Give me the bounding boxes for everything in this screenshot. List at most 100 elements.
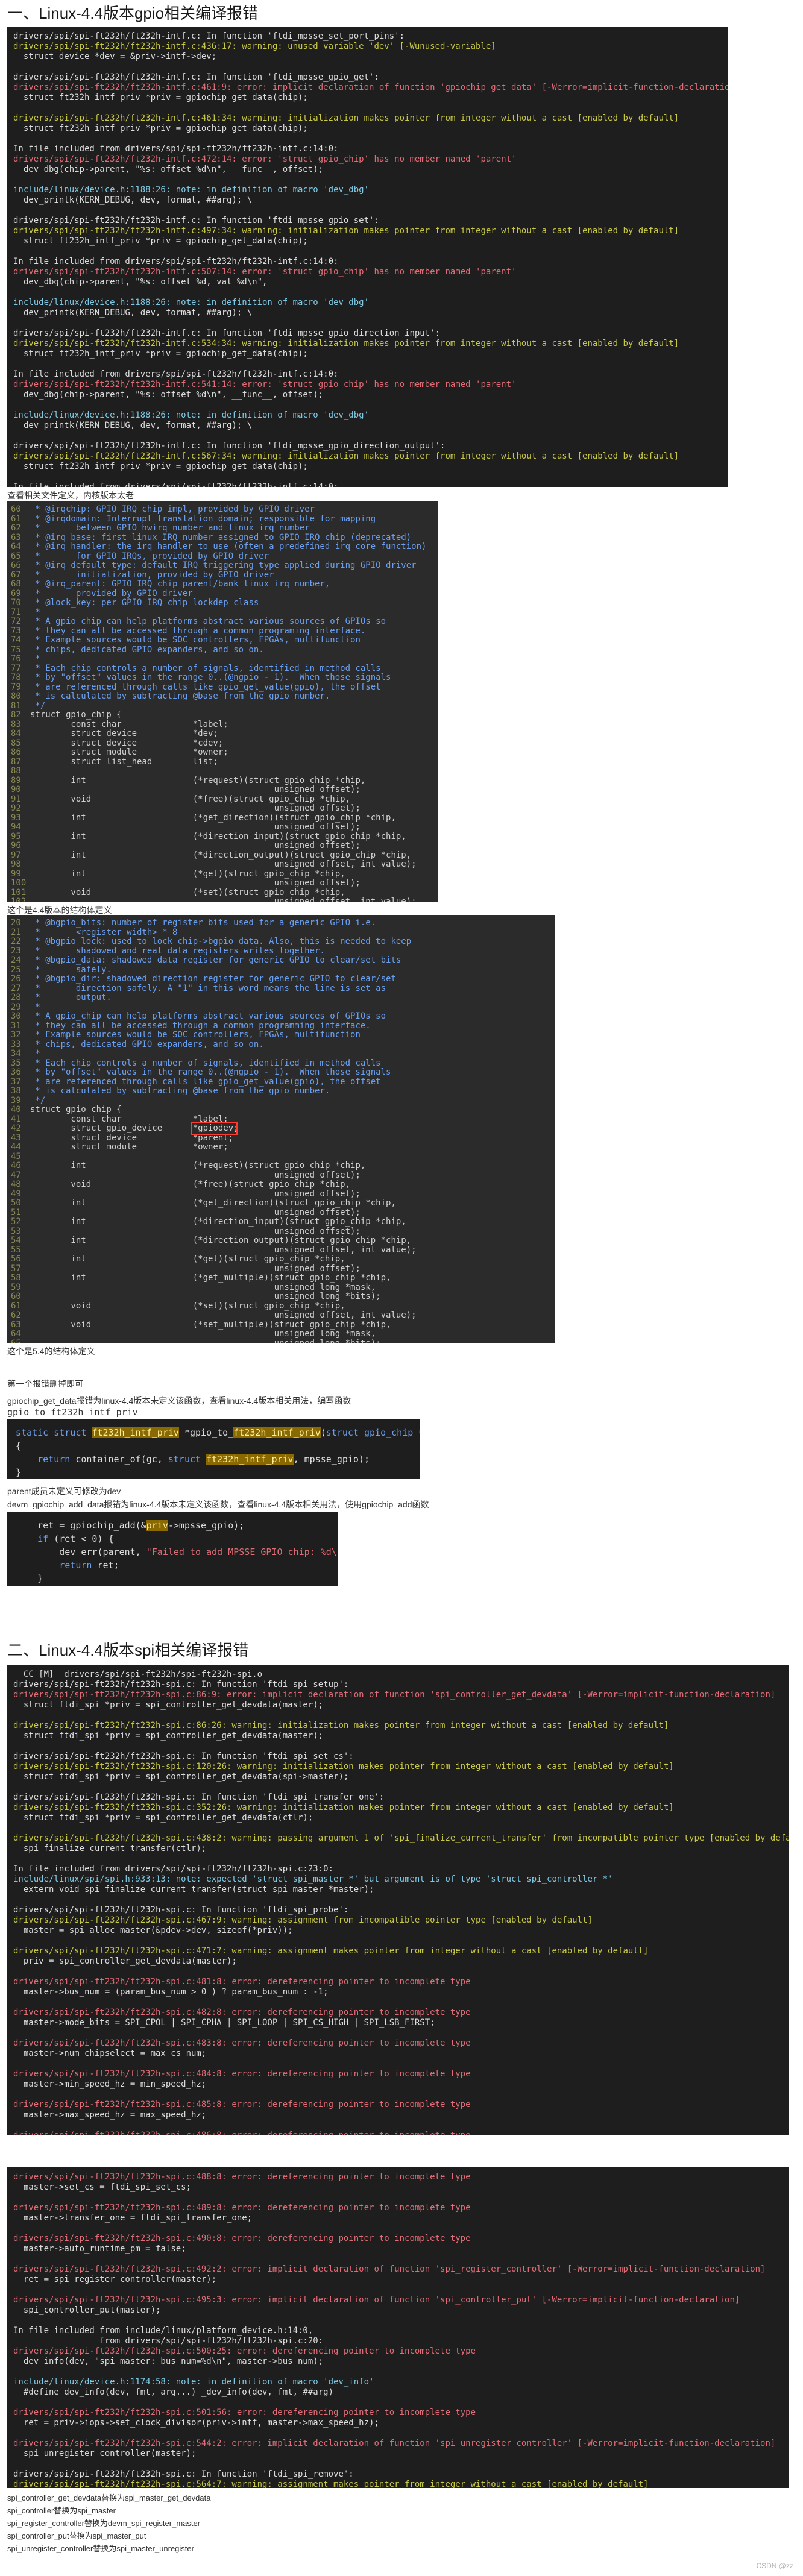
line-number: 95 xyxy=(11,831,21,841)
gpio-terminal-line: include/linux/device.h:1188:26: note: in… xyxy=(13,410,370,420)
code-text: unsigned offset); xyxy=(30,785,361,794)
struct-4-4-line: 79 * are referenced through calls like g… xyxy=(11,682,434,693)
gpio-terminal-line xyxy=(13,62,722,72)
struct-5-4-line: 45 xyxy=(11,1152,551,1162)
line-number: 46 xyxy=(11,1161,21,1170)
gpio-terminal-line: drivers/spi/spi-ft232h/ft232h-intf.c: In… xyxy=(13,441,446,451)
code-text: * output. xyxy=(30,993,112,1002)
line-number: 23 xyxy=(11,946,21,956)
code-text: * Each chip controls a number of signals… xyxy=(30,1058,381,1068)
line-number: 64 xyxy=(11,1329,21,1339)
struct-4-4-line: 64 * @irq_handler: the irq handler to us… xyxy=(11,542,434,552)
line-number: 70 xyxy=(11,598,21,608)
spi-terminal-2-line: master->auto_runtime_pm = false; xyxy=(13,2244,186,2254)
spi-terminal-1-line: drivers/spi/spi-ft232h/ft232h-spi.c:352:… xyxy=(13,1803,674,1812)
gpio-terminal-line: drivers/spi/spi-ft232h/ft232h-intf.c: In… xyxy=(13,216,379,225)
line-number: 71 xyxy=(11,607,21,617)
line-number: 92 xyxy=(11,803,21,813)
gpio-terminal-line: drivers/spi/spi-ft232h/ft232h-intf.c:472… xyxy=(13,154,517,164)
gpio-terminal-line: drivers/spi/spi-ft232h/ft232h-intf.c:541… xyxy=(13,380,517,389)
line-number: 79 xyxy=(11,682,21,692)
code-text: unsigned offset); xyxy=(30,1170,361,1180)
spi-compile-error-terminal-1: CC [M] drivers/spi/spi-ft232h/spi-ft232h… xyxy=(7,1665,789,2135)
code2-line-1: ret = gpiochip_add(&priv->mpsse_gpio); xyxy=(16,1520,245,1531)
line-number: 51 xyxy=(11,1207,21,1217)
struct-5-4-line: 52 int (*direction_input)(struct gpio_ch… xyxy=(11,1217,551,1227)
spi-terminal-2-line: drivers/spi/spi-ft232h/ft232h-spi.c:564:… xyxy=(13,2480,649,2488)
struct-4-4-line: 85 struct device *cdev; xyxy=(11,738,434,749)
line-number: 87 xyxy=(11,756,21,767)
line-number: 42 xyxy=(11,1123,21,1133)
spi-terminal-2-line xyxy=(13,2459,783,2469)
gpio-terminal-line: dev_printk(KERN_DEBUG, dev, format, ##ar… xyxy=(13,421,253,430)
spi-terminal-1-line: drivers/spi/spi-ft232h/ft232h-spi.c: In … xyxy=(13,1905,349,1915)
code-text: * are referenced through calls like gpio… xyxy=(30,682,381,692)
struct-4-4-line: 88 xyxy=(11,766,434,776)
struct-5-4-line: 56 int (*get)(struct gpio_chip *chip, xyxy=(11,1254,551,1264)
code-text: * A gpio_chip can help platforms abstrac… xyxy=(30,617,386,626)
struct-5-4-line: 62 unsigned offset, int value); xyxy=(11,1310,551,1321)
line-number: 61 xyxy=(11,514,21,524)
line-number: 93 xyxy=(11,812,21,823)
gpio-compile-error-terminal: drivers/spi/spi-ft232h/ft232h-intf.c: In… xyxy=(7,27,728,487)
gpio-terminal-line: struct ft232h_intf_priv *priv = gpiochip… xyxy=(13,124,308,133)
step-1-text: 第一个报错删掉即可 xyxy=(7,1379,83,1389)
struct-4-4-line: 62 * between GPIO hwirq number and linux… xyxy=(11,523,434,533)
line-number: 91 xyxy=(11,794,21,804)
spi-terminal-2-line xyxy=(13,2223,783,2234)
spi-terminal-2-line: drivers/spi/spi-ft232h/ft232h-spi.c:489:… xyxy=(13,2203,471,2213)
gpio-terminal-line: drivers/spi/spi-ft232h/ft232h-intf.c:436… xyxy=(13,42,496,51)
spi-terminal-1-line: struct ftdi_spi *priv = spi_controller_g… xyxy=(13,1731,324,1741)
struct-4-4-line: 89 int (*request)(struct gpio_chip *chip… xyxy=(11,776,434,786)
struct-5-4-line: 41 const char *label; xyxy=(11,1114,551,1125)
struct-5-4-line: 22 * @bgpio_lock: used to lock chip->bgp… xyxy=(11,937,551,947)
spi-terminal-1-line: master->min_speed_hz = min_speed_hz; xyxy=(13,2079,207,2089)
code-text: * xyxy=(30,1049,40,1058)
spi-terminal-2-line: In file included from include/linux/plat… xyxy=(13,2326,313,2336)
line-number: 62 xyxy=(11,1310,21,1320)
line-number: 56 xyxy=(11,1254,21,1264)
line-number: 39 xyxy=(11,1095,21,1105)
spi-terminal-1-line: drivers/spi/spi-ft232h/ft232h-spi.c:467:… xyxy=(13,1915,593,1925)
struct-5-4-line: 38 * is calculated by subtracting @base … xyxy=(11,1086,551,1096)
spi-terminal-1-line xyxy=(13,1823,783,1833)
spi-terminal-2-line: #define dev_info(dev, fmt, arg...) _dev_… xyxy=(13,2387,334,2397)
code-text: int (*get)(struct gpio_chip *chip, xyxy=(30,1254,345,1264)
code2-line-3: dev_err(parent, "Failed to add MPSSE GPI… xyxy=(16,1547,338,1557)
struct-4-4-line: 94 unsigned offset); xyxy=(11,822,434,832)
code-text: unsigned offset); xyxy=(30,1189,361,1199)
spi-terminal-1-line: master->num_chipselect = max_cs_num; xyxy=(13,2049,207,2058)
spi-terminal-1-line: master->bus_num = (param_bus_num > 0 ) ?… xyxy=(13,1987,329,1997)
line-number: 48 xyxy=(11,1180,21,1189)
gpio-terminal-line: dev_dbg(chip->parent, "%s: offset %d, va… xyxy=(13,277,268,287)
struct-4-4-line: 86 struct module *owner; xyxy=(11,747,434,758)
code-text: struct module *owner; xyxy=(30,1142,228,1152)
spi-terminal-2-line: drivers/spi/spi-ft232h/ft232h-spi.c:488:… xyxy=(13,2172,471,2182)
gpio-terminal-line xyxy=(13,287,722,298)
spi-terminal-1-line: struct ftdi_spi *priv = spi_controller_g… xyxy=(13,1700,324,1710)
gpio-terminal-line xyxy=(13,318,722,328)
code-text: int (*request)(struct gpio_chip *chip, xyxy=(30,1161,366,1170)
spi-terminal-2-line xyxy=(13,2367,783,2377)
code-text: * provided by GPIO driver xyxy=(30,588,193,598)
line-number: 68 xyxy=(11,579,21,589)
struct-4-4-line: 92 unsigned offset); xyxy=(11,803,434,814)
line-number: 45 xyxy=(11,1151,21,1161)
code-text: * direction safely. A "1" in this word m… xyxy=(30,983,386,993)
replacement-item: spi_controller替换为spi_master xyxy=(7,2506,116,2515)
spi-terminal-1-line: drivers/spi/spi-ft232h/ft232h-spi.c:483:… xyxy=(13,2038,471,2048)
struct-5-4-line: 48 void (*free)(struct gpio_chip *chip, xyxy=(11,1180,551,1190)
struct-5-4-line: 43 struct device *parent; xyxy=(11,1133,551,1143)
struct-4-4-line: 74 * Example sources would be SOC contro… xyxy=(11,635,434,646)
spi-terminal-1-line: drivers/spi/spi-ft232h/ft232h-spi.c:120:… xyxy=(13,1762,674,1771)
code-text: * by "offset" values in the range 0..(@n… xyxy=(30,1067,391,1077)
code-text: * chips, dedicated GPIO expanders, and s… xyxy=(30,1039,264,1049)
section-1-heading: 一、Linux-4.4版本gpio相关编译报错 xyxy=(7,4,259,22)
struct-5-4-line: 31 * they can all be accessed through a … xyxy=(11,1021,551,1031)
code-text: void (*set)(struct gpio_chip *chip, xyxy=(30,887,345,897)
struct-5-4-line: 34 * xyxy=(11,1049,551,1059)
caption-struct-5-4: 这个是5.4的结构体定义 xyxy=(7,1346,95,1356)
gpio-terminal-line: In file included from drivers/spi/spi-ft… xyxy=(13,144,339,154)
code-text: unsigned offset, int value); xyxy=(30,897,417,902)
spi-terminal-1-line: master->mode_bits = SPI_CPOL | SPI_CPHA … xyxy=(13,2018,435,2028)
